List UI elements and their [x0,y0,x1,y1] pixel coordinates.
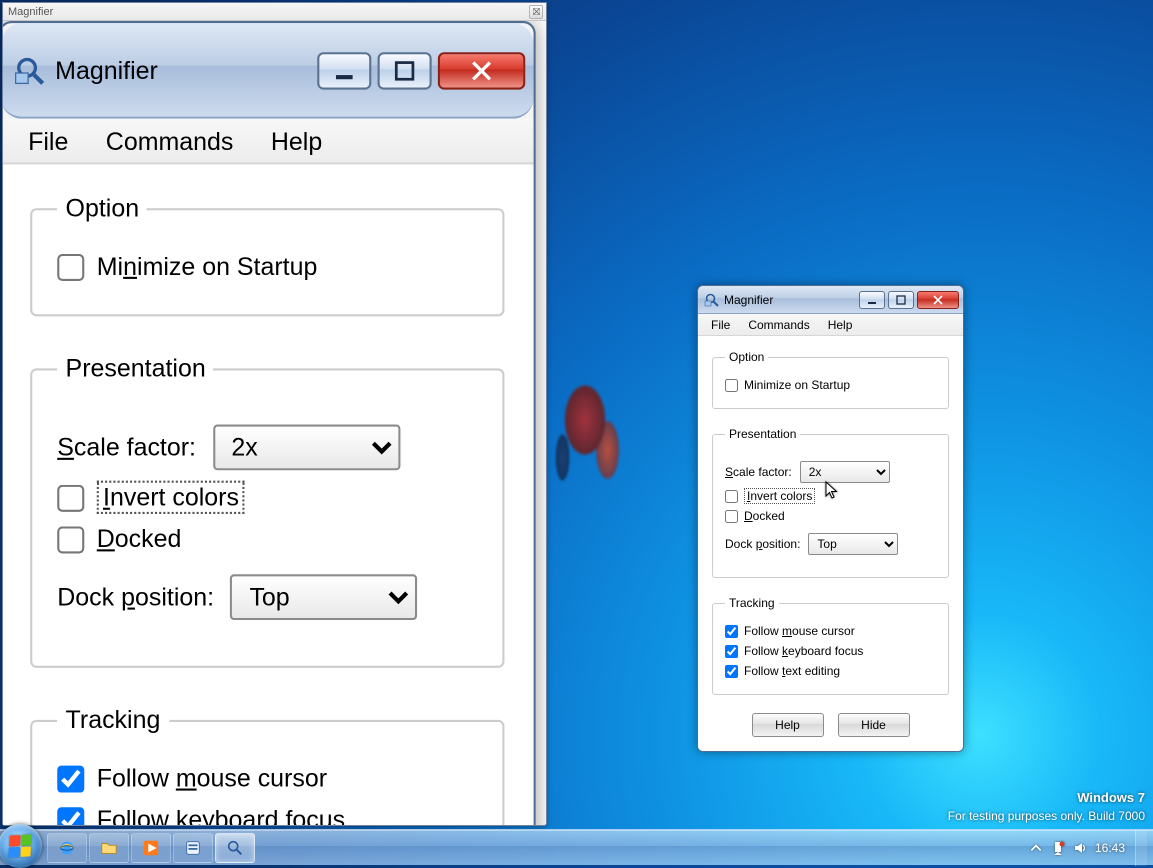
taskbar-unknown-app[interactable] [173,833,213,863]
group-tracking-legend: Tracking [725,596,779,610]
chk-docked[interactable]: Docked [725,509,936,523]
group-presentation: Presentation Scale factor: 2x Invert col… [712,427,949,578]
magnifier-viewport-title: Magnifier [8,6,53,18]
group-option-legend: Option [725,350,768,364]
chk-follow-keyboard-input[interactable] [725,645,738,658]
magnified-window-title: Magnifier [55,55,311,84]
taskbar-magnifier[interactable] [215,833,255,863]
chk-follow-text[interactable]: Follow text editing [725,664,936,678]
chk-follow-text-input[interactable] [725,665,738,678]
chk-docked-label: Docked [744,509,785,523]
menu-file[interactable]: File [702,316,739,334]
minimize-button[interactable] [859,291,885,309]
magnifier-docked-viewport: Magnifier Magnifier [2,2,547,826]
chk-follow-keyboard-label: Follow keyboard focus [744,644,863,658]
chk-follow-mouse-input[interactable] [725,625,738,638]
magnified-window: Magnifier File Commands Help Option Mini… [3,21,536,825]
watermark-line1: Windows 7 [948,788,1145,808]
magnified-option-legend: Option [57,194,147,223]
magnified-menu-commands: Commands [87,122,252,159]
chk-docked-input[interactable] [725,510,738,523]
scale-factor-select[interactable]: 2x [800,461,890,483]
taskbar: 16:43 [0,829,1153,865]
chk-invert-colors[interactable]: Invert colors [725,489,936,503]
magnifier-viewport-titlebar[interactable]: Magnifier [3,3,546,21]
taskbar-ie[interactable] [47,833,87,863]
magnified-min [317,51,371,88]
close-button[interactable] [917,291,959,309]
chk-follow-mouse[interactable]: Follow mouse cursor [725,624,936,638]
desktop-watermark: Windows 7 For testing purposes only. Bui… [948,788,1145,826]
scale-factor-label: Scale factor: [725,465,792,479]
group-presentation-legend: Presentation [725,427,800,441]
magnified-titlebar: Magnifier [3,23,534,119]
titlebar[interactable]: Magnifier [698,286,963,314]
taskbar-explorer[interactable] [89,833,129,863]
magnified-tracking-legend: Tracking [57,705,168,734]
chk-invert-colors-label: Invert colors [744,489,815,503]
tray-chevron-up-icon[interactable] [1029,841,1043,855]
app-icon [184,839,202,857]
menu-help[interactable]: Help [819,316,862,334]
magnified-max [378,51,432,88]
hide-button[interactable]: Hide [838,713,910,737]
chk-follow-mouse-label: Follow mouse cursor [744,624,855,638]
magnifier-viewport-close[interactable] [529,5,543,19]
play-icon [142,839,160,857]
menu-commands[interactable]: Commands [739,316,818,334]
magnifier-icon [226,839,244,857]
chk-minimize-startup[interactable]: Minimize on Startup [725,378,936,392]
dock-position-label: Dock position: [725,537,800,551]
group-tracking: Tracking Follow mouse cursor Follow keyb… [712,596,949,695]
volume-icon[interactable] [1073,841,1087,855]
chk-minimize-startup-label: Minimize on Startup [744,378,850,392]
client-area: Option Minimize on Startup Presentation … [698,336,963,751]
magnified-presentation-legend: Presentation [57,354,214,383]
window-title: Magnifier [724,293,856,307]
windows-logo-icon [8,834,31,857]
magnifier-icon [14,53,47,86]
chk-follow-text-label: Follow text editing [744,664,840,678]
taskbar-media-player[interactable] [131,833,171,863]
system-tray[interactable]: 16:43 [1023,841,1131,855]
magnified-menu-help: Help [252,122,341,159]
menu-bar: File Commands Help [698,314,963,336]
desktop-wallpaper-accent [540,360,630,510]
dock-position-select[interactable]: Top [808,533,898,555]
help-button[interactable]: Help [752,713,824,737]
show-desktop-button[interactable] [1135,830,1147,866]
ie-icon [58,839,76,857]
group-option: Option Minimize on Startup [712,350,949,409]
magnified-close [438,51,525,88]
start-button[interactable] [0,824,42,868]
watermark-line2: For testing purposes only. Build 7000 [948,807,1145,825]
folder-icon [100,839,118,857]
chk-invert-colors-input[interactable] [725,490,738,503]
chk-minimize-startup-input[interactable] [725,379,738,392]
chk-follow-keyboard[interactable]: Follow keyboard focus [725,644,936,658]
action-center-icon[interactable] [1051,841,1065,855]
magnified-menu-file: File [9,122,87,159]
magnifier-window: Magnifier File Commands Help Option Mini… [697,285,964,752]
tray-clock[interactable]: 16:43 [1095,841,1125,855]
maximize-button[interactable] [888,291,914,309]
magnifier-icon [704,292,720,308]
button-row: Help Hide [712,713,949,737]
